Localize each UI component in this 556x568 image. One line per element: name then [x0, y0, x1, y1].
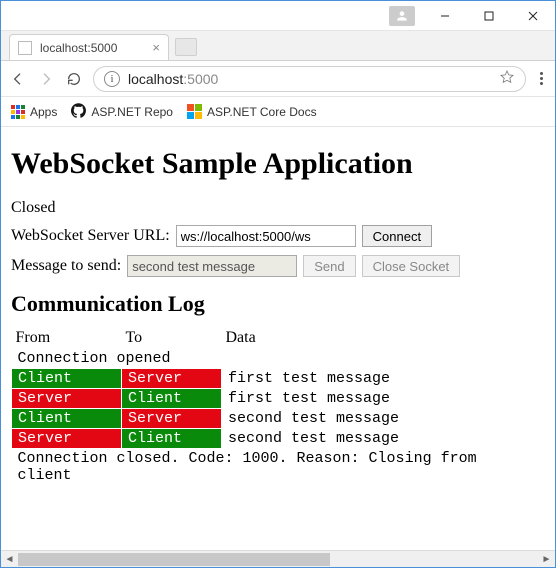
log-to-cell: Client [122, 389, 222, 409]
site-info-icon[interactable]: i [104, 71, 120, 87]
log-open-text: Connection opened [12, 349, 546, 369]
reload-button[interactable] [65, 71, 83, 87]
log-header-from: From [12, 327, 122, 349]
url-field[interactable]: i localhost:5000 [93, 66, 526, 92]
message-label: Message to send: [11, 257, 121, 275]
log-from-cell: Server [12, 429, 122, 449]
github-icon [71, 103, 86, 121]
log-row: ClientServerfirst test message [12, 369, 546, 389]
log-closed-text: Connection closed. Code: 1000. Reason: C… [12, 449, 546, 486]
apps-icon [11, 105, 25, 119]
apps-button[interactable]: Apps [11, 105, 57, 119]
url-host: localhost [128, 71, 183, 87]
forward-button [37, 71, 55, 87]
scroll-thumb[interactable] [18, 553, 330, 566]
log-to-cell: Client [122, 429, 222, 449]
browser-tab[interactable]: localhost:5000 × [9, 34, 169, 60]
page-content: WebSocket Sample Application Closed WebS… [1, 127, 555, 550]
log-heading: Communication Log [11, 291, 545, 317]
browser-menu-button[interactable] [536, 72, 547, 85]
bookmarks-bar: Apps ASP.NET Repo ASP.NET Core Docs [1, 97, 555, 127]
log-to-cell: Server [122, 409, 222, 429]
favicon-icon [18, 41, 32, 55]
log-data-cell: first test message [222, 369, 546, 389]
send-button[interactable]: Send [303, 255, 355, 277]
close-socket-button[interactable]: Close Socket [362, 255, 461, 277]
log-from-cell: Client [12, 369, 122, 389]
ws-url-label: WebSocket Server URL: [11, 227, 170, 245]
profile-icon[interactable] [389, 6, 415, 26]
log-row: ClientServersecond test message [12, 409, 546, 429]
microsoft-icon [187, 104, 202, 119]
bookmark-star-icon[interactable] [499, 69, 515, 88]
scroll-track[interactable] [18, 551, 538, 568]
log-from-cell: Server [12, 389, 122, 409]
ws-url-input[interactable] [176, 225, 356, 247]
log-data-cell: first test message [222, 389, 546, 409]
bookmark-label: ASP.NET Core Docs [207, 105, 317, 119]
log-open-row: Connection opened [12, 349, 546, 369]
tab-close-icon[interactable]: × [152, 40, 160, 55]
apps-label: Apps [30, 105, 57, 119]
tab-title: localhost:5000 [40, 41, 117, 55]
tab-strip: localhost:5000 × [1, 31, 555, 61]
bookmark-aspnet-core-docs[interactable]: ASP.NET Core Docs [187, 104, 317, 119]
maximize-button[interactable] [467, 1, 511, 31]
log-from-cell: Client [12, 409, 122, 429]
state-label: Closed [11, 199, 55, 217]
log-header-data: Data [222, 327, 546, 349]
log-to-cell: Server [122, 369, 222, 389]
new-tab-button[interactable] [175, 38, 197, 56]
log-data-cell: second test message [222, 429, 546, 449]
close-window-button[interactable] [511, 1, 555, 31]
scroll-right-icon[interactable]: ► [538, 551, 555, 568]
horizontal-scrollbar[interactable]: ◄ ► [1, 550, 555, 567]
log-data-cell: second test message [222, 409, 546, 429]
scroll-left-icon[interactable]: ◄ [1, 551, 18, 568]
log-row: ServerClientfirst test message [12, 389, 546, 409]
address-bar: i localhost:5000 [1, 61, 555, 97]
minimize-button[interactable] [423, 1, 467, 31]
log-header-row: From To Data [12, 327, 546, 349]
log-row: ServerClientsecond test message [12, 429, 546, 449]
url-path: :5000 [183, 71, 218, 87]
bookmark-label: ASP.NET Repo [91, 105, 173, 119]
back-button[interactable] [9, 71, 27, 87]
communication-log-table: From To Data Connection opened ClientSer… [11, 327, 545, 485]
message-input[interactable] [127, 255, 297, 277]
connect-button[interactable]: Connect [362, 225, 432, 247]
page-heading: WebSocket Sample Application [11, 147, 545, 181]
log-closed-row: Connection closed. Code: 1000. Reason: C… [12, 449, 546, 486]
log-header-to: To [122, 327, 222, 349]
bookmark-aspnet-repo[interactable]: ASP.NET Repo [71, 103, 173, 121]
window-titlebar [1, 1, 555, 31]
